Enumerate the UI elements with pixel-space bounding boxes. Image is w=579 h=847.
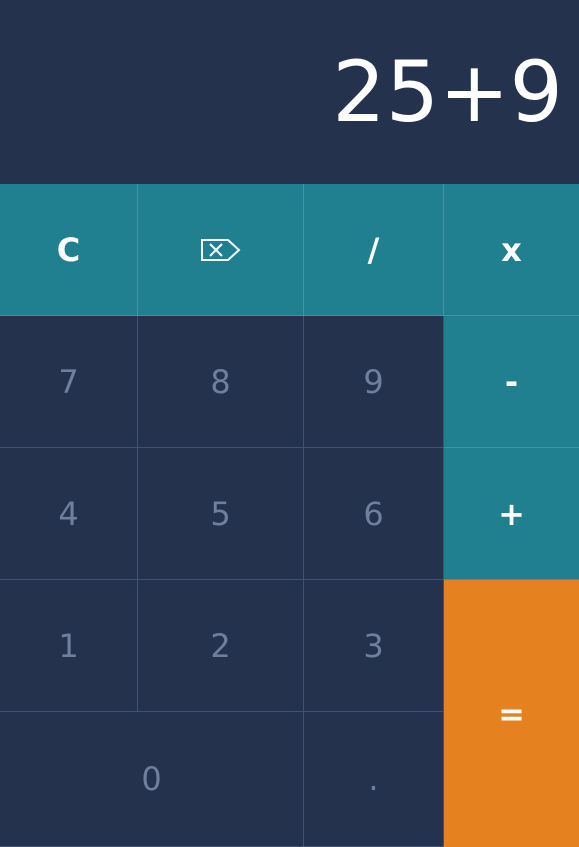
digit-5-button[interactable]: 5 — [138, 448, 304, 580]
digit-8-button[interactable]: 8 — [138, 316, 304, 448]
equals-button[interactable]: = — [444, 580, 579, 847]
divide-button[interactable]: / — [304, 184, 444, 316]
display-value: 25+9 — [332, 43, 563, 141]
backspace-button[interactable] — [138, 184, 304, 316]
digit-7-button[interactable]: 7 — [0, 316, 138, 448]
digit-4-button[interactable]: 4 — [0, 448, 138, 580]
calculator: 25+9 C / x 7 8 9 - 4 5 6 + 1 2 3 = 0 . — [0, 0, 579, 847]
multiply-button[interactable]: x — [444, 184, 579, 316]
clear-button[interactable]: C — [0, 184, 138, 316]
display: 25+9 — [0, 0, 579, 184]
backspace-icon — [200, 238, 242, 262]
digit-2-button[interactable]: 2 — [138, 580, 304, 712]
digit-3-button[interactable]: 3 — [304, 580, 444, 712]
add-button[interactable]: + — [444, 448, 579, 580]
digit-1-button[interactable]: 1 — [0, 580, 138, 712]
subtract-button[interactable]: - — [444, 316, 579, 448]
keypad: C / x 7 8 9 - 4 5 6 + 1 2 3 = 0 . — [0, 184, 579, 847]
digit-6-button[interactable]: 6 — [304, 448, 444, 580]
digit-0-button[interactable]: 0 — [0, 712, 304, 847]
decimal-button[interactable]: . — [304, 712, 444, 847]
digit-9-button[interactable]: 9 — [304, 316, 444, 448]
